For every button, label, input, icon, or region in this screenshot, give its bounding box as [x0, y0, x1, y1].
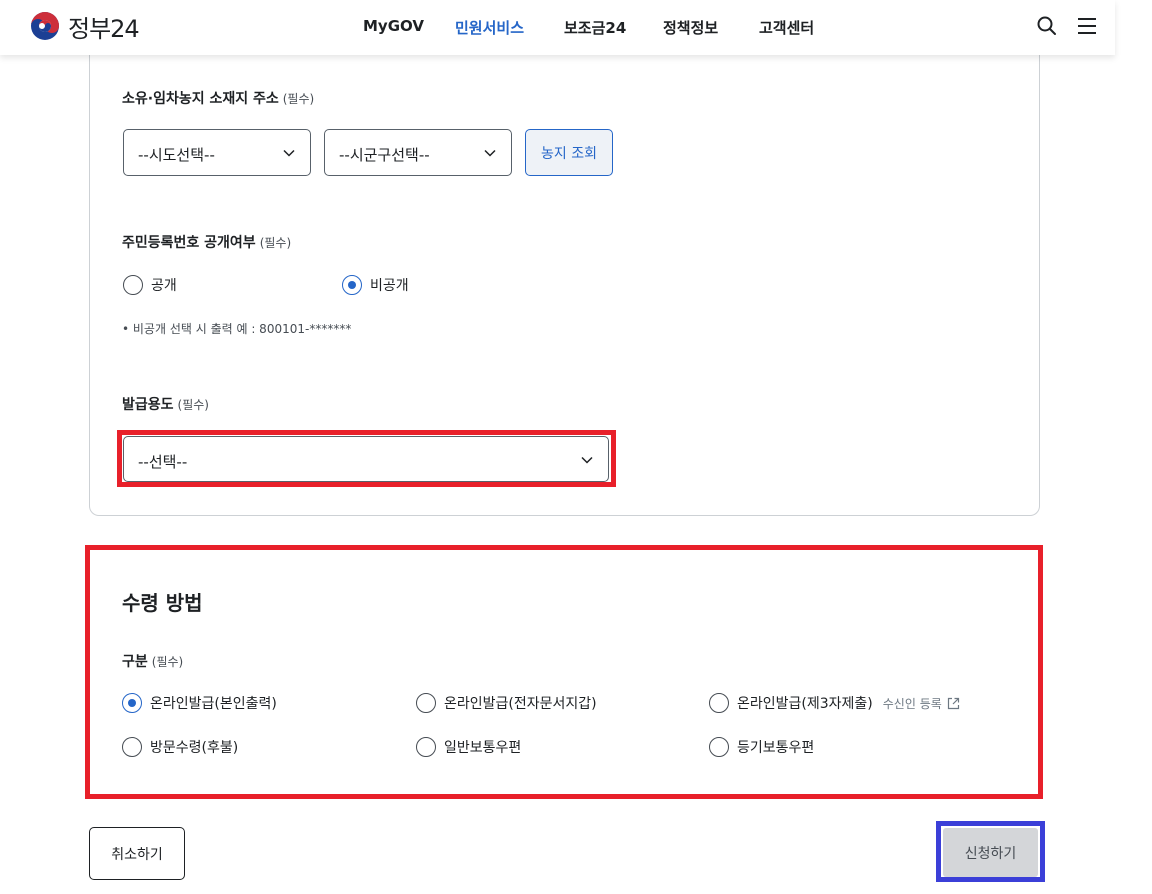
radio-label: 방문수령(후불)	[150, 740, 239, 756]
required-mark: (필수)	[259, 236, 292, 250]
radio-online-e-wallet[interactable]: 온라인발급(전자문서지갑)	[416, 693, 597, 713]
highlight-box-receipt	[85, 545, 1043, 799]
radio-rrn-public[interactable]: 공개	[123, 275, 177, 295]
radio-circle	[709, 693, 729, 713]
radio-label: 온라인발급(본인출력)	[150, 696, 277, 712]
radio-label: 일반보통우편	[444, 740, 522, 756]
address-label: 소유·임차농지 소재지 주소 (필수)	[122, 88, 314, 108]
radio-online-self-print[interactable]: 온라인발급(본인출력)	[122, 693, 277, 713]
radio-visit-pickup[interactable]: 방문수령(후불)	[122, 737, 238, 757]
nav-subsidy24[interactable]: 보조금24	[564, 17, 626, 38]
radio-circle	[416, 693, 436, 713]
menu-icon[interactable]	[1076, 15, 1098, 37]
radio-label: 공개	[151, 278, 177, 294]
sigungu-select-value: --시군구선택--	[339, 146, 430, 164]
required-mark: (필수)	[177, 398, 209, 412]
farmland-lookup-button[interactable]: 농지 조회	[525, 129, 613, 176]
radio-circle	[122, 693, 142, 713]
rrn-disclosure-label-text: 주민등록번호 공개여부	[122, 235, 256, 251]
radio-label: 비공개	[370, 278, 409, 294]
cancel-button[interactable]: 취소하기	[89, 827, 185, 880]
required-mark: (필수)	[282, 92, 315, 106]
purpose-label-text: 발급용도	[122, 397, 174, 413]
sigungu-select[interactable]: --시군구선택--	[324, 129, 512, 176]
purpose-label: 발급용도 (필수)	[122, 394, 209, 414]
radio-circle	[709, 737, 729, 757]
address-label-text: 소유·임차농지 소재지 주소	[122, 91, 279, 107]
receipt-type-label: 구분 (필수)	[122, 651, 183, 671]
recipient-register-link[interactable]: 수신인 등록	[883, 695, 960, 712]
external-link-icon	[947, 697, 959, 709]
nav-policy-info[interactable]: 정책정보	[663, 17, 718, 38]
rrn-note: • 비공개 선택 시 출력 예 : 800101-*******	[122, 322, 352, 336]
highlight-box-purpose	[117, 430, 616, 487]
highlight-box-apply	[936, 821, 1045, 882]
nav-civil-services[interactable]: 민원서비스	[455, 17, 524, 38]
radio-circle	[122, 737, 142, 757]
radio-circle	[342, 275, 362, 295]
radio-regular-mail[interactable]: 일반보통우편	[416, 737, 521, 757]
receipt-type-label-text: 구분	[122, 654, 148, 670]
radio-online-third-party[interactable]: 온라인발급(제3자제출) 수신인 등록	[709, 693, 960, 713]
radio-circle	[416, 737, 436, 757]
nav-customer-center[interactable]: 고객센터	[759, 17, 814, 38]
radio-registered-mail[interactable]: 등기보통우편	[709, 737, 814, 757]
radio-label: 온라인발급(제3자제출)	[737, 696, 873, 712]
chevron-down-icon	[283, 149, 295, 157]
radio-rrn-private[interactable]: 비공개	[342, 275, 409, 295]
site-header: 정부24 MyGOV 민원서비스 보조금24 정책정보 고객센터	[0, 0, 1115, 55]
main-nav: MyGOV 민원서비스 보조금24 정책정보 고객센터	[0, 17, 1115, 37]
sido-select[interactable]: --시도선택--	[123, 129, 311, 176]
radio-label: 온라인발급(전자문서지갑)	[444, 696, 597, 712]
radio-circle	[123, 275, 143, 295]
required-mark: (필수)	[151, 655, 184, 669]
rrn-disclosure-label: 주민등록번호 공개여부 (필수)	[122, 232, 291, 252]
sido-select-value: --시도선택--	[138, 146, 215, 164]
search-icon[interactable]	[1036, 15, 1058, 37]
radio-label: 등기보통우편	[737, 740, 815, 756]
receipt-section-title: 수령 방법	[122, 591, 203, 615]
recipient-register-text: 수신인 등록	[882, 696, 942, 711]
chevron-down-icon	[484, 149, 496, 157]
nav-mygov[interactable]: MyGOV	[363, 17, 424, 35]
